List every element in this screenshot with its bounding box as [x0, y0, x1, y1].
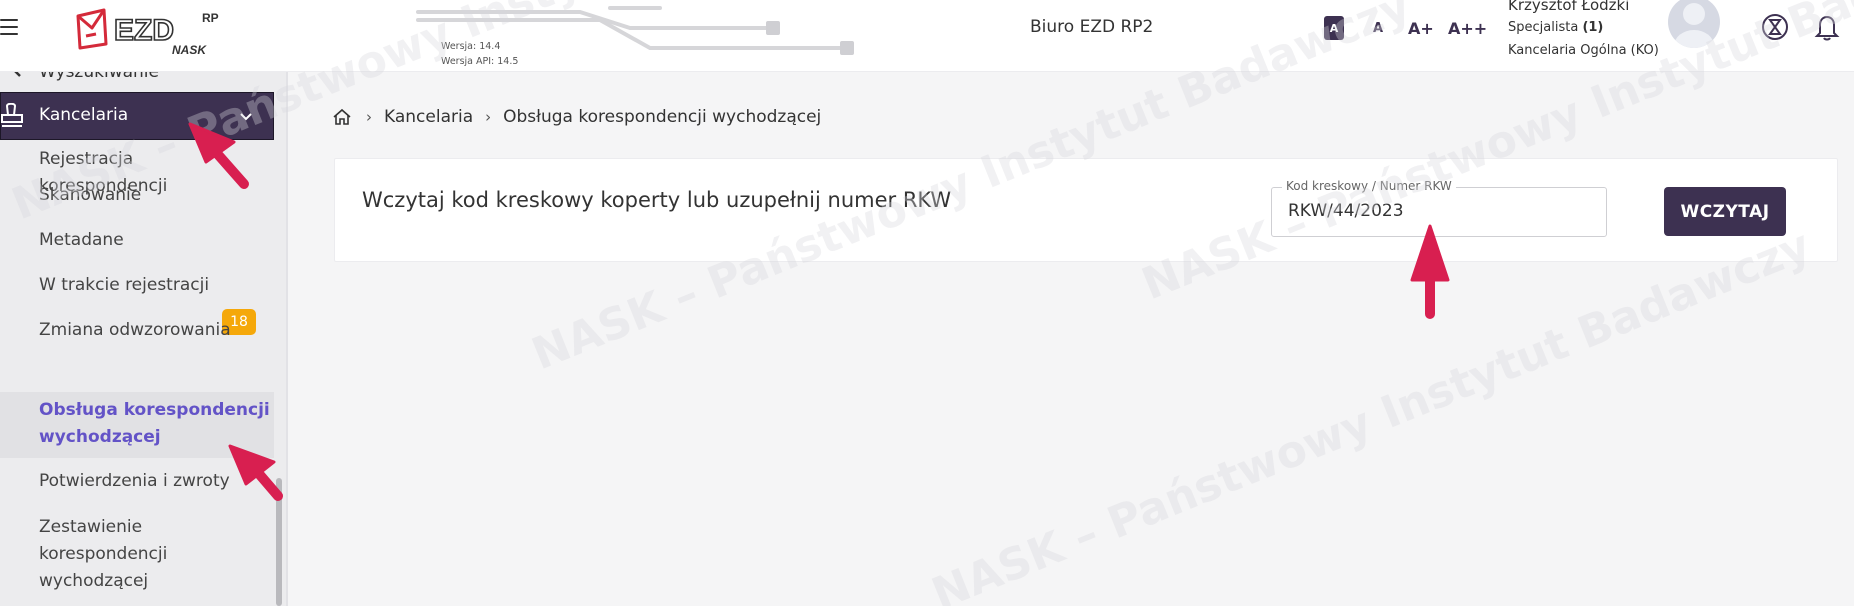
app-version: Wersja: 14.4 [441, 41, 501, 52]
home-icon[interactable] [332, 107, 354, 127]
barcode-field-label: Kod kreskowy / Numer RKW [1282, 179, 1456, 193]
chevron-down-icon [240, 113, 252, 121]
breadcrumb-separator: › [366, 108, 372, 126]
barcode-input[interactable] [1288, 201, 1588, 221]
svg-text:RP: RP [202, 11, 219, 25]
breadcrumb-item-current: Obsługa korespondencji wychodzącej [503, 107, 822, 127]
breadcrumb-item-kancelaria[interactable]: Kancelaria [384, 107, 473, 127]
user-role[interactable]: Specjalista (1) [1508, 20, 1603, 35]
avatar[interactable] [1668, 0, 1720, 50]
sidebar-item-obsluga-korespondencji[interactable]: Obsługa korespondencji wychodzącej [39, 397, 274, 451]
top-header: EZD RP NASK Wersja: 14.4 Wersja API: 14.… [0, 0, 1854, 72]
sidebar-item-zmiana-odwzorowania[interactable]: Zmiana odwzorowania [39, 317, 231, 344]
font-size-normal-button[interactable]: A [1373, 16, 1383, 40]
sidebar: Wyszukiwanie Kancelaria Rejestracja kore… [0, 72, 288, 606]
stamp-icon [1, 103, 23, 127]
user-name: Krzysztof Łodzki [1508, 0, 1630, 14]
version-info: Wersja: 14.4 Wersja API: 14.5 [410, 0, 870, 72]
font-size-default-button[interactable]: A [1324, 16, 1344, 40]
font-size-xlarge-button[interactable]: A++ [1448, 16, 1487, 40]
api-version: Wersja API: 14.5 [441, 56, 519, 67]
logo-brand-text: EZD [114, 14, 174, 47]
hourglass-icon[interactable] [1760, 12, 1790, 42]
bell-icon[interactable] [1812, 12, 1842, 42]
sidebar-section-label: Kancelaria [39, 105, 129, 125]
barcode-field[interactable]: Kod kreskowy / Numer RKW [1271, 179, 1607, 237]
menu-icon[interactable] [0, 16, 22, 38]
sidebar-item-w-trakcie-rejestracji[interactable]: W trakcie rejestracji [39, 272, 209, 299]
breadcrumb: › Kancelaria › Obsługa korespondencji wy… [332, 104, 821, 130]
user-department: Kancelaria Ogólna (KO) [1508, 43, 1659, 58]
sidebar-item-label: Wyszukiwanie [39, 72, 159, 82]
sidebar-divider [286, 72, 288, 606]
load-button[interactable]: WCZYTAJ [1664, 187, 1786, 236]
card-title: Wczytaj kod kreskowy koperty lub uzupełn… [362, 188, 952, 212]
svg-text:NASK: NASK [172, 43, 207, 56]
sidebar-item-zestawienie[interactable]: Zestawienie korespondencji wychodzącej [39, 514, 179, 595]
watermark-text: NASK – Państwowy Instytut Badawczy [925, 220, 1817, 606]
barcode-card: Wczytaj kod kreskowy koperty lub uzupełn… [334, 158, 1838, 262]
ezd-logo[interactable]: EZD RP NASK [72, 4, 232, 57]
office-title: Biuro EZD RP2 [1030, 17, 1154, 37]
sidebar-scrollbar[interactable] [276, 478, 282, 606]
sidebar-section-kancelaria[interactable]: Kancelaria [0, 92, 274, 140]
breadcrumb-separator: › [485, 108, 492, 126]
sidebar-item-metadane[interactable]: Metadane [39, 227, 124, 254]
search-icon [14, 72, 21, 77]
sidebar-item-search[interactable]: Wyszukiwanie [0, 72, 288, 88]
sidebar-item-potwierdzenia[interactable]: Potwierdzenia i zwroty [39, 468, 230, 495]
font-size-large-button[interactable]: A+ [1408, 16, 1434, 40]
sidebar-item-skanowanie[interactable]: Skanowanie [39, 182, 141, 209]
